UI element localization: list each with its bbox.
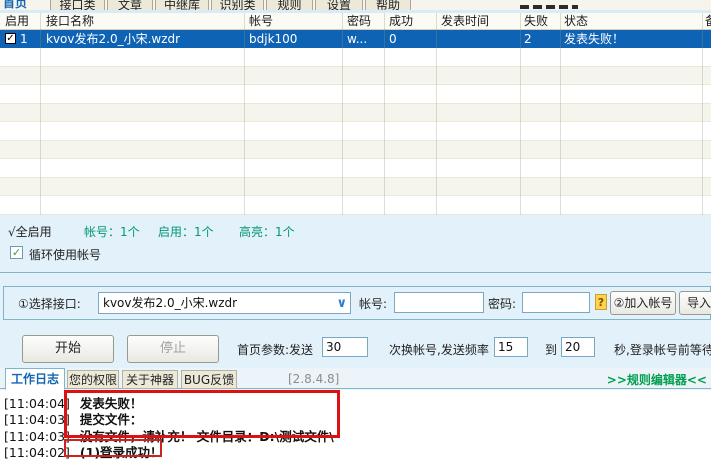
check-icon: ✓ [11,246,22,259]
app-window: 首页 接口类 文章 中继库 识别类 规则 设置 帮助 启用 接口名称 帐号 密码… [0,0,711,461]
work-log-area: [11:04:04] 发表失败！ [11:04:03] 提交文件： [11:04:0… [0,390,711,461]
tab-about[interactable]: 关于神器 [122,370,178,389]
grid-line [560,13,561,215]
send-count-input[interactable] [322,337,368,357]
grid-line [244,13,245,215]
account-form-box: ①选择接口: kvov发布2.0_小宋.wzdr ∨ 帐号: 密码: ? ②加入… [3,286,711,320]
cell-status: 发表失败！ [564,32,625,46]
password-help-icon[interactable]: ? [595,294,607,310]
add-account-button[interactable]: ②加入帐号 [610,291,676,315]
select-all-toggle[interactable]: √全启用 [8,223,52,240]
to-label: 到 [545,343,558,357]
check-icon: ✓ [6,33,15,44]
col-header-posttime[interactable]: 发表时间 [441,13,489,30]
account-label: 帐号: [359,297,388,311]
loop-accounts-checkbox[interactable]: ✓ [10,246,23,259]
top-menu-strip: 首页 接口类 文章 中继库 识别类 规则 设置 帮助 [0,0,711,13]
log-time: [11:04:03] [4,412,70,427]
account-input[interactable] [394,292,484,313]
cell-name: kvov发布2.0_小宋.wzdr [46,32,181,46]
cell-fail: 2 [524,32,532,46]
col-header-account[interactable]: 帐号 [249,13,273,30]
annotation-red-box-small [64,439,162,457]
grid-line [702,13,703,215]
grid-line [384,13,385,215]
version-label: [2.8.4.8] [288,372,340,386]
interface-select-value: kvov发布2.0_小宋.wzdr [103,296,238,310]
grid-line [436,13,437,215]
table-empty-row [0,141,711,159]
chevron-down-icon[interactable]: ∨ [336,294,347,313]
select-interface-label: ①选择接口: [18,297,81,311]
col-header-fail[interactable]: 失败 [524,13,548,30]
seconds-wait-label: 秒,登录帐号前等待 [614,343,711,357]
annotation-red-box [64,390,340,438]
table-empty-row [0,159,711,178]
cell-success: 0 [389,32,397,46]
password-label: 密码: [488,297,517,311]
table-empty-row [0,67,711,85]
stat-enabled: 启用：1个 [158,225,214,239]
table-row-selected[interactable]: ✓ 1 kvov发布2.0_小宋.wzdr bdjk100 w... 0 2 发… [0,30,711,48]
tab-bug-feedback[interactable]: BUG反馈 [181,370,237,389]
col-header-success[interactable]: 成功 [389,13,413,30]
table-empty-row [0,196,711,215]
loop-accounts-label: 循环使用帐号 [29,248,102,262]
freq-min-input[interactable] [494,337,528,357]
tab-work-log[interactable]: 工作日志 [5,368,65,390]
bottom-tab-strip: 工作日志 您的权限 关于神器 BUG反馈 [2.8.4.8] >>规则编辑器<< [0,368,711,390]
switch-account-label: 次换帐号,发送频率 [389,343,489,357]
import-account-button[interactable]: 导入帐号 [679,291,711,315]
grid-line [342,13,343,215]
clipped-title-fragment [520,5,578,9]
grid-line [40,13,41,215]
homepage-param-label: 首页参数:发送 [237,343,314,357]
stat-accounts: 帐号：1个 [84,225,140,239]
table-empty-row [0,122,711,141]
cell-password: w... [347,32,368,46]
control-panel: √全启用 帐号：1个 启用：1个 高亮：1个 ✓ 循环使用帐号 ①选择接口: k… [0,215,711,368]
stop-button[interactable]: 停止 [127,335,219,363]
table-empty-row [0,178,711,196]
col-header-status[interactable]: 状态 [564,13,588,30]
interface-select[interactable]: kvov发布2.0_小宋.wzdr ∨ [98,292,351,314]
start-button[interactable]: 开始 [22,335,114,363]
row-number: 1 [20,32,28,46]
interface-table: 启用 接口名称 帐号 密码 成功 发表时间 失败 状态 备注 ✓ 1 kvov发… [0,13,711,215]
table-header-row: 启用 接口名称 帐号 密码 成功 发表时间 失败 状态 备注 [0,13,711,30]
password-input[interactable] [522,292,590,313]
table-empty-row [0,85,711,104]
col-header-remark[interactable]: 备注 [705,13,711,30]
table-empty-row [0,104,711,122]
rule-editor-link[interactable]: >>规则编辑器<< [607,371,707,388]
tab-your-permission[interactable]: 您的权限 [67,370,119,389]
row-checkbox[interactable]: ✓ [5,33,16,44]
col-header-name[interactable]: 接口名称 [46,13,94,30]
stat-highlight: 高亮：1个 [239,225,295,239]
grid-line [520,13,521,215]
cell-account: bdjk100 [249,32,298,46]
table-empty-row [0,48,711,67]
panel-divider [0,272,711,273]
col-header-password[interactable]: 密码 [347,13,371,30]
freq-max-input[interactable] [561,337,595,357]
col-header-enable[interactable]: 启用 [5,13,29,30]
